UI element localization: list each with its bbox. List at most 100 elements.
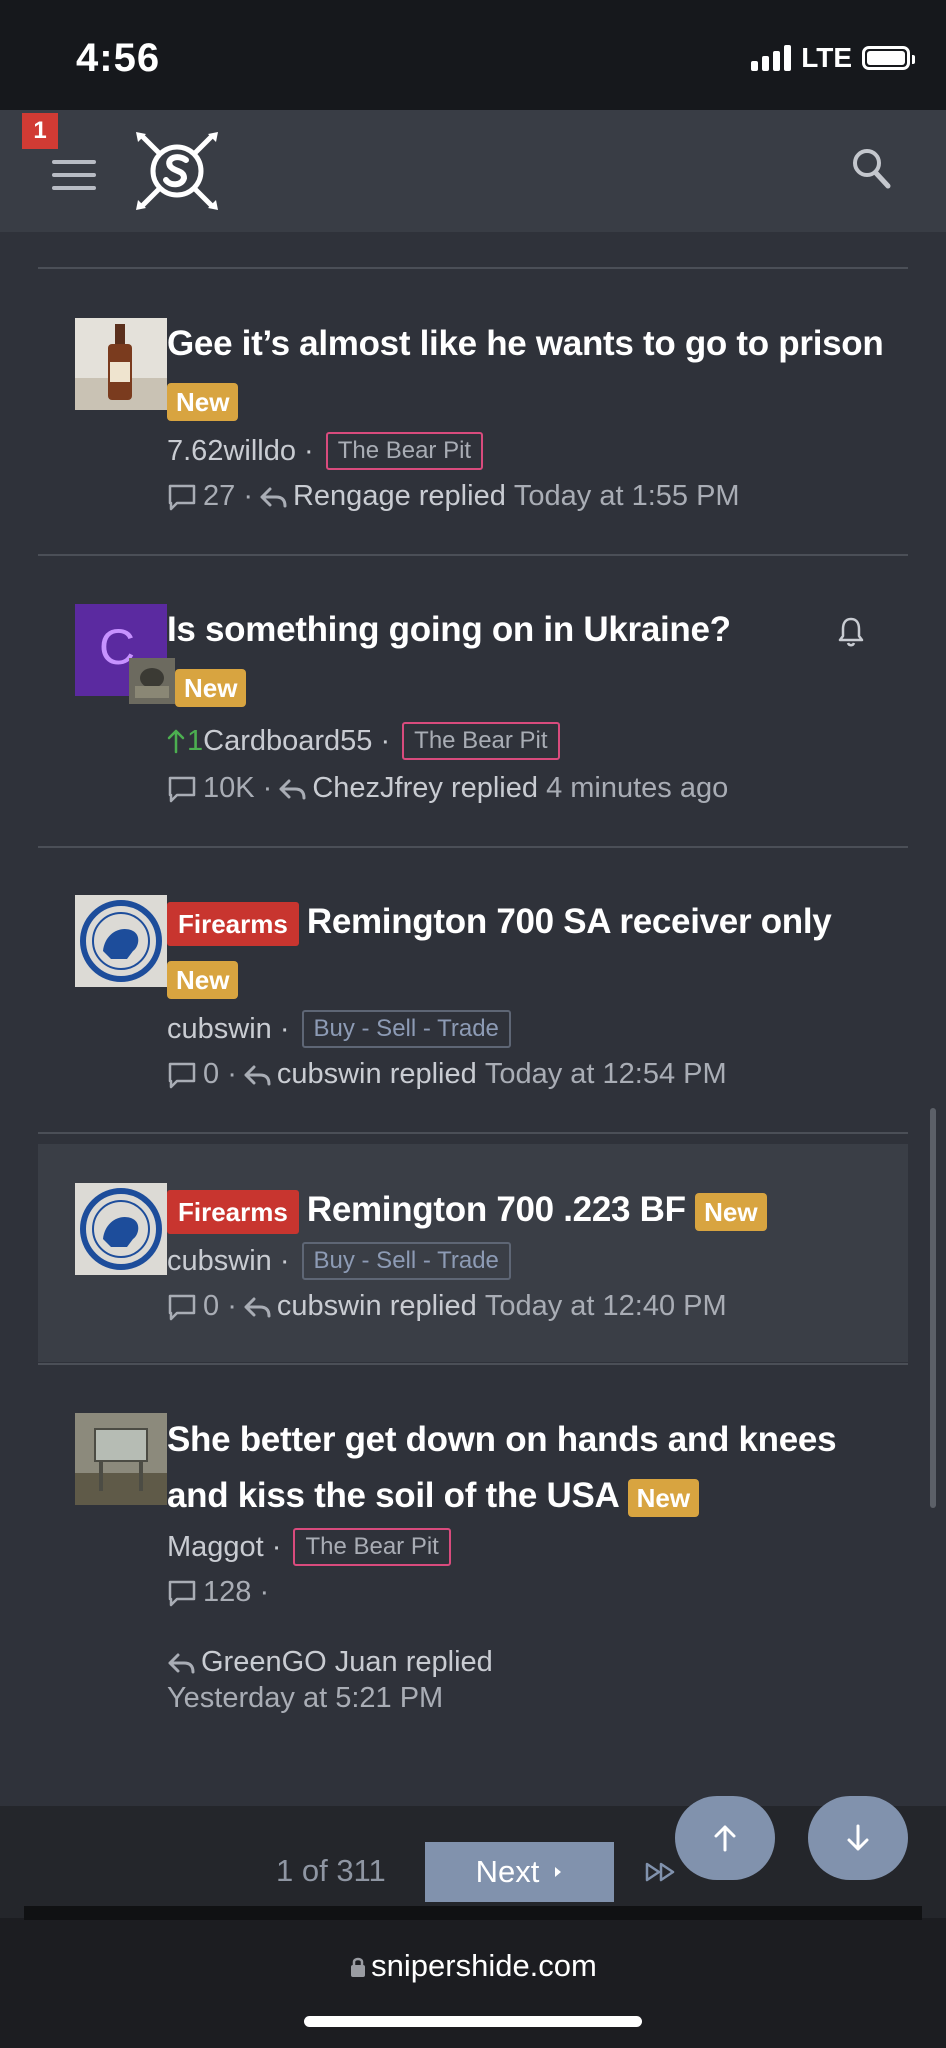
new-badge: New	[167, 960, 239, 999]
reply-count: 10K	[203, 772, 255, 804]
arrow-up-icon	[714, 1825, 736, 1852]
thread-meta: Maggot · The Bear Pit	[167, 1528, 451, 1566]
search-icon[interactable]	[850, 146, 892, 190]
bell-icon[interactable]	[836, 616, 866, 648]
separator: ·	[251, 1576, 270, 1608]
thread-title-text[interactable]: Remington 700 SA receiver only	[307, 902, 832, 941]
last-reply-user[interactable]: cubswin	[277, 1290, 382, 1323]
page-info[interactable]: 1 of 311	[276, 1853, 386, 1889]
replied-label	[382, 1058, 390, 1091]
last-reply-time[interactable]: 4 minutes ago	[546, 772, 728, 805]
list-divider	[38, 554, 908, 556]
cubs-logo-icon	[75, 1183, 167, 1275]
separator	[477, 1058, 485, 1091]
replied-word: replied	[389, 1290, 477, 1322]
last-reply-user[interactable]: ChezJfrey	[312, 772, 443, 805]
separator: ·	[271, 1244, 290, 1277]
thread-title[interactable]: Gee it’s almost like he wants to go to p…	[167, 316, 886, 428]
forum-tag[interactable]: The Bear Pit	[402, 722, 560, 760]
last-reply-time[interactable]: Today at 1:55 PM	[514, 480, 740, 513]
thread-title-text[interactable]: Gee it’s almost like he wants to go to p…	[167, 324, 884, 363]
thread-title[interactable]: Firearms Remington 700 .223 BF New	[167, 1182, 886, 1238]
thread-stats: 10K · ChezJfrey replied 4 minutes ago	[167, 772, 728, 805]
thread-author[interactable]: cubswin	[167, 1245, 272, 1278]
thread-stats: 0 · cubswin replied Today at 12:40 PM	[167, 1290, 727, 1323]
last-reply-time-line: Yesterday at 5:21 PM	[167, 1682, 443, 1715]
last-page-icon[interactable]	[644, 1860, 678, 1884]
list-divider	[38, 267, 908, 269]
forum-tag[interactable]: The Bear Pit	[325, 432, 484, 470]
hamburger-menu-icon[interactable]	[52, 160, 96, 190]
replied-label	[411, 480, 419, 513]
forum-tag[interactable]: Buy - Sell - Trade	[301, 1010, 511, 1048]
replied-word: replied	[389, 1058, 477, 1090]
avatar[interactable]	[75, 1183, 167, 1275]
separator	[506, 480, 514, 513]
url-bar[interactable]: snipershide.com	[0, 1948, 946, 1984]
reply-count: 0	[203, 1290, 220, 1322]
chevron-right-icon	[555, 1867, 562, 1877]
thread-meta: 1 Cardboard55 · The Bear Pit	[167, 722, 560, 760]
thread-author[interactable]: 7.62willdo	[167, 435, 296, 468]
scrollbar-thumb[interactable]	[930, 1108, 936, 1508]
arrow-down-icon	[847, 1824, 869, 1851]
signal-icon	[751, 45, 792, 71]
last-reply-time[interactable]: Today at 12:54 PM	[485, 1058, 727, 1091]
avatar[interactable]	[75, 895, 167, 987]
new-badge: New	[695, 1192, 767, 1231]
avatar[interactable]	[75, 318, 167, 410]
ad-strip	[24, 1906, 922, 1920]
last-reply-line: GreenGO Juan replied	[167, 1646, 493, 1679]
separator: ·	[295, 434, 314, 467]
separator	[538, 772, 546, 805]
last-reply-user[interactable]: cubswin	[277, 1058, 382, 1091]
site-logo-icon[interactable]	[134, 130, 220, 212]
lock-icon	[351, 1957, 366, 1977]
last-reply-time[interactable]: Yesterday at 5:21 PM	[167, 1682, 443, 1715]
replied-label	[398, 1646, 406, 1679]
reply-arrow-icon	[279, 779, 306, 799]
forum-tag[interactable]: The Bear Pit	[293, 1528, 451, 1566]
thread-title-text[interactable]: She better get down on hands and knees a…	[167, 1420, 837, 1515]
list-divider	[38, 846, 908, 848]
next-page-button[interactable]: Next	[425, 1842, 614, 1902]
last-reply-time[interactable]: Today at 12:40 PM	[485, 1290, 727, 1323]
comment-icon	[168, 776, 196, 802]
avatar[interactable]: C	[75, 604, 175, 704]
replied-label	[443, 772, 451, 805]
thread-meta: cubswin · Buy - Sell - Trade	[167, 1242, 511, 1280]
thread-title-text[interactable]: Is something going on in Ukraine?	[167, 610, 731, 649]
thread-title[interactable]: Firearms Remington 700 SA receiver only N…	[167, 894, 886, 1006]
bottle-photo-icon	[75, 318, 167, 410]
thread-author[interactable]: cubswin	[167, 1013, 272, 1046]
reply-arrow-icon	[244, 1297, 271, 1317]
reply-arrow-icon	[168, 1653, 195, 1673]
alert-count-badge[interactable]: 1	[22, 113, 58, 149]
prefix-badge[interactable]: Firearms	[167, 901, 299, 946]
comment-icon	[168, 1294, 196, 1320]
home-indicator[interactable]	[304, 2016, 642, 2027]
scroll-down-button[interactable]	[808, 1796, 908, 1880]
thread-author[interactable]: Maggot	[167, 1531, 264, 1564]
last-reply-user[interactable]: GreenGO Juan	[201, 1646, 398, 1679]
thread-title-text[interactable]: Remington 700 .223 BF	[307, 1190, 686, 1229]
replied-label	[382, 1290, 390, 1323]
thread-stats: 128 ·	[167, 1576, 269, 1609]
new-badge: New	[175, 668, 247, 707]
comment-icon	[168, 1580, 196, 1606]
forum-tag[interactable]: Buy - Sell - Trade	[301, 1242, 511, 1280]
reply-arrow-icon	[244, 1065, 271, 1085]
separator: ·	[219, 1058, 237, 1090]
replied-word: replied	[418, 480, 506, 512]
comment-icon	[168, 1062, 196, 1088]
replied-word: replied	[405, 1646, 493, 1678]
thread-title[interactable]: Is something going on in Ukraine? New	[167, 602, 836, 714]
avatar[interactable]	[75, 1413, 167, 1505]
prefix-badge[interactable]: Firearms	[167, 1189, 299, 1234]
next-label: Next	[475, 1854, 540, 1889]
scroll-up-button[interactable]	[675, 1796, 775, 1880]
reply-count: 128	[203, 1576, 252, 1608]
thread-title[interactable]: She better get down on hands and knees a…	[167, 1412, 886, 1524]
thread-author[interactable]: Cardboard55	[203, 725, 372, 758]
last-reply-user[interactable]: Rengage	[293, 480, 411, 513]
